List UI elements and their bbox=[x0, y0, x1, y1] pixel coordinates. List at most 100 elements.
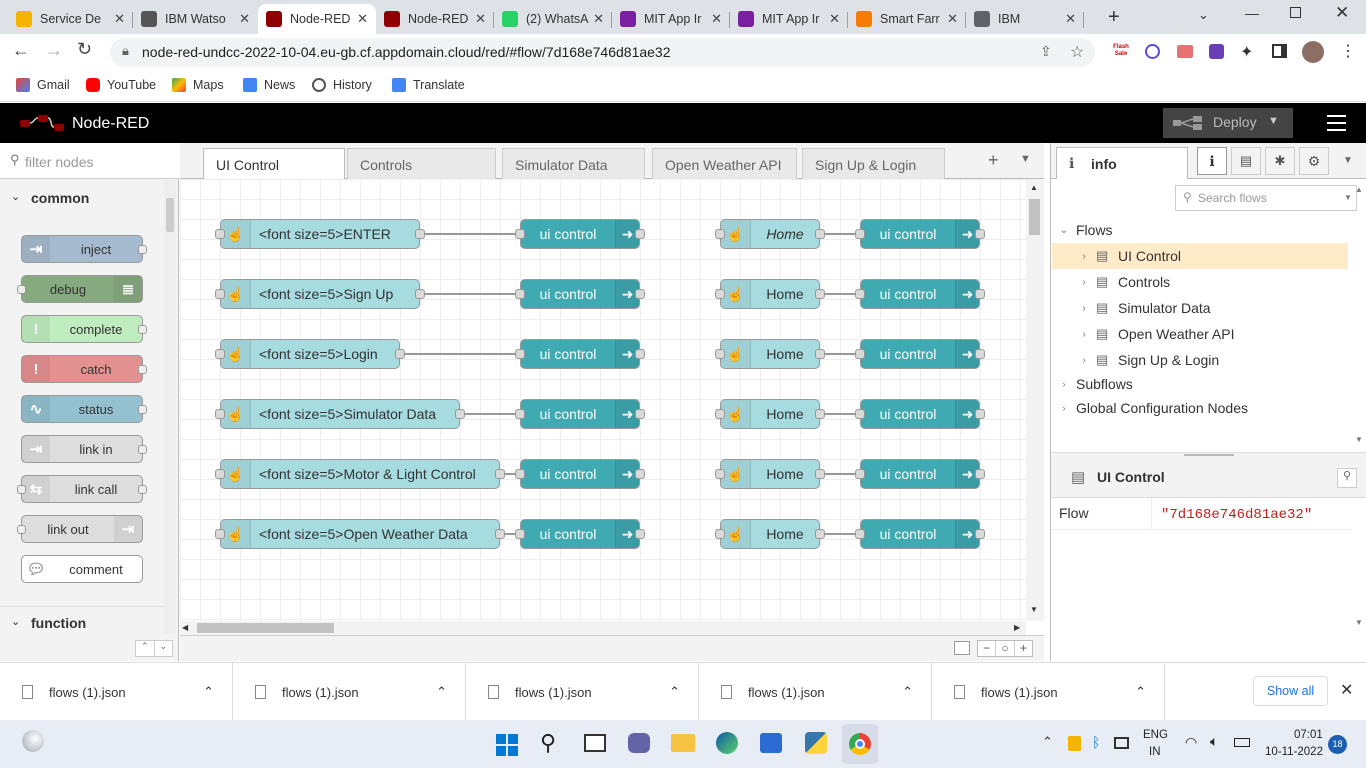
output-port[interactable] bbox=[415, 229, 425, 239]
weather-widget-icon[interactable] bbox=[22, 730, 44, 752]
info-scrollbar[interactable]: ▼ bbox=[1352, 498, 1366, 633]
home-inject-node[interactable]: ☝ Home bbox=[720, 339, 820, 369]
search-icon[interactable]: ⚲ bbox=[540, 730, 556, 756]
browser-tab[interactable]: IBM Watso ✕ bbox=[133, 4, 258, 34]
chrome-menu-icon[interactable]: ⋮ bbox=[1340, 41, 1356, 61]
bookmark-maps[interactable]: Maps bbox=[172, 78, 224, 92]
flow-wire[interactable] bbox=[425, 233, 520, 235]
ui-control-node[interactable]: ui control ➜ bbox=[520, 519, 640, 549]
wifi-icon[interactable]: ◠ bbox=[1185, 734, 1197, 751]
output-port[interactable] bbox=[975, 529, 985, 539]
teams-chat-icon[interactable] bbox=[628, 733, 650, 753]
task-view-icon[interactable] bbox=[584, 734, 606, 752]
download-item[interactable]: flows (1).json ⌃ bbox=[0, 663, 233, 721]
output-port[interactable] bbox=[975, 289, 985, 299]
input-port[interactable] bbox=[515, 469, 525, 479]
ui-control-node[interactable]: ui control ➜ bbox=[860, 519, 980, 549]
output-port[interactable] bbox=[635, 289, 645, 299]
ui-control-node[interactable]: ui control ➜ bbox=[860, 399, 980, 429]
browser-tab[interactable]: Node-RED ✕ bbox=[376, 4, 494, 34]
config-gear-icon[interactable]: ⚙ bbox=[1299, 147, 1329, 175]
filter-nodes-input[interactable]: filter nodes bbox=[25, 154, 93, 170]
add-flow-icon[interactable]: + bbox=[988, 150, 999, 171]
close-window-button[interactable]: ✕ bbox=[1335, 3, 1349, 23]
chevron-up-icon[interactable]: ⌃ bbox=[203, 684, 214, 700]
expand-all-icon[interactable]: ⌄ bbox=[155, 641, 173, 656]
home-inject-node[interactable]: ☝ Home bbox=[720, 219, 820, 249]
flow-canvas[interactable]: ☝ <font size=5>ENTER ui control ➜ ☝ Home ui co… bbox=[180, 179, 1026, 621]
category-common-header[interactable]: ⌄ common bbox=[0, 180, 164, 216]
input-port[interactable] bbox=[515, 409, 525, 419]
ui-control-node[interactable]: ui control ➜ bbox=[860, 279, 980, 309]
collapse-all-icon[interactable]: ⌃ bbox=[136, 641, 155, 656]
download-item[interactable]: flows (1).json ⌃ bbox=[233, 663, 466, 721]
canvas-horizontal-scrollbar[interactable]: ◀ ▶ bbox=[180, 621, 1026, 635]
tray-overflow-icon[interactable]: ⌃ bbox=[1042, 734, 1053, 750]
input-port[interactable] bbox=[515, 229, 525, 239]
sidebar-more-icon[interactable]: ▼ bbox=[1343, 155, 1353, 166]
output-port[interactable] bbox=[635, 409, 645, 419]
tree-flow-item[interactable]: › ▤ Open Weather API bbox=[1052, 321, 1348, 347]
flow-tab[interactable]: Controls bbox=[347, 148, 496, 179]
deploy-button[interactable]: Deploy ▼ bbox=[1163, 108, 1293, 138]
help-book-icon[interactable]: ▤ bbox=[1231, 147, 1261, 175]
tab-search-icon[interactable]: ⌄ bbox=[1198, 7, 1209, 23]
flow-tab[interactable]: Sign Up & Login bbox=[802, 148, 945, 179]
input-port[interactable] bbox=[855, 529, 865, 539]
side-panel-icon[interactable] bbox=[1272, 44, 1287, 58]
palette-node-status[interactable]: ∿ status bbox=[21, 395, 147, 423]
output-port[interactable] bbox=[635, 469, 645, 479]
chevron-up-icon[interactable]: ⌃ bbox=[902, 684, 913, 700]
tree-flow-item[interactable]: › ▤ Sign Up & Login bbox=[1052, 347, 1348, 373]
chevron-right-icon[interactable]: › bbox=[1072, 355, 1096, 366]
back-icon[interactable]: ← bbox=[12, 40, 30, 61]
chevron-right-icon[interactable]: › bbox=[1072, 277, 1096, 288]
output-port[interactable] bbox=[975, 229, 985, 239]
palette-scrollbar[interactable] bbox=[164, 180, 176, 634]
search-icon[interactable]: ⚲ bbox=[1337, 468, 1357, 488]
home-inject-node[interactable]: ☝ Home bbox=[720, 519, 820, 549]
python-icon[interactable] bbox=[805, 732, 827, 754]
microsoft-store-icon[interactable] bbox=[760, 733, 782, 753]
battery-icon[interactable] bbox=[1234, 738, 1250, 747]
tree-global-config[interactable]: › Global Configuration Nodes bbox=[1052, 395, 1348, 421]
browser-tab[interactable]: Node-RED ✕ bbox=[258, 4, 376, 34]
inject-node[interactable]: ☝ <font size=5>Open Weather Data bbox=[220, 519, 500, 549]
flow-wire[interactable] bbox=[465, 413, 520, 415]
output-port[interactable] bbox=[815, 409, 825, 419]
bookmark-gmail[interactable]: Gmail bbox=[16, 78, 70, 92]
category-function-header[interactable]: ⌄ function bbox=[0, 606, 164, 638]
close-tab-icon[interactable]: ✕ bbox=[357, 11, 368, 27]
tree-flow-item[interactable]: › ▤ Simulator Data bbox=[1052, 295, 1348, 321]
ui-control-node[interactable]: ui control ➜ bbox=[520, 279, 640, 309]
forward-icon[interactable]: → bbox=[45, 40, 63, 61]
close-tab-icon[interactable]: ✕ bbox=[1065, 11, 1076, 27]
debug-bug-icon[interactable]: ✱ bbox=[1265, 147, 1295, 175]
profile-avatar[interactable] bbox=[1302, 41, 1324, 63]
output-port[interactable] bbox=[495, 469, 505, 479]
output-port[interactable] bbox=[815, 289, 825, 299]
extension-icon[interactable] bbox=[1145, 44, 1160, 59]
ui-control-node[interactable]: ui control ➜ bbox=[520, 339, 640, 369]
input-port[interactable] bbox=[855, 349, 865, 359]
bluetooth-icon[interactable]: ᛒ bbox=[1092, 734, 1100, 750]
volume-icon[interactable]: 🔈︎ bbox=[1210, 733, 1218, 750]
home-inject-node[interactable]: ☝ Home bbox=[720, 279, 820, 309]
output-port[interactable] bbox=[455, 409, 465, 419]
windows-start-icon[interactable] bbox=[496, 734, 518, 756]
tree-flow-item[interactable]: › ▤ Controls bbox=[1052, 269, 1348, 295]
close-downloads-icon[interactable]: ✕ bbox=[1340, 680, 1353, 700]
ui-control-node[interactable]: ui control ➜ bbox=[520, 459, 640, 489]
close-tab-icon[interactable]: ✕ bbox=[114, 11, 125, 27]
bookmark-star-icon[interactable]: ☆ bbox=[1070, 42, 1084, 62]
output-port[interactable] bbox=[635, 529, 645, 539]
close-tab-icon[interactable]: ✕ bbox=[711, 11, 722, 27]
close-tab-icon[interactable]: ✕ bbox=[947, 11, 958, 27]
output-port[interactable] bbox=[635, 349, 645, 359]
input-port[interactable] bbox=[515, 529, 525, 539]
chevron-up-icon[interactable]: ⌃ bbox=[669, 684, 680, 700]
palette-node-comment[interactable]: 💬︎ comment bbox=[21, 555, 143, 583]
download-item[interactable]: flows (1).json ⌃ bbox=[932, 663, 1165, 721]
sidebar-info-button[interactable]: ℹ bbox=[1197, 147, 1227, 175]
clock-time[interactable]: 07:01 bbox=[1294, 729, 1323, 741]
